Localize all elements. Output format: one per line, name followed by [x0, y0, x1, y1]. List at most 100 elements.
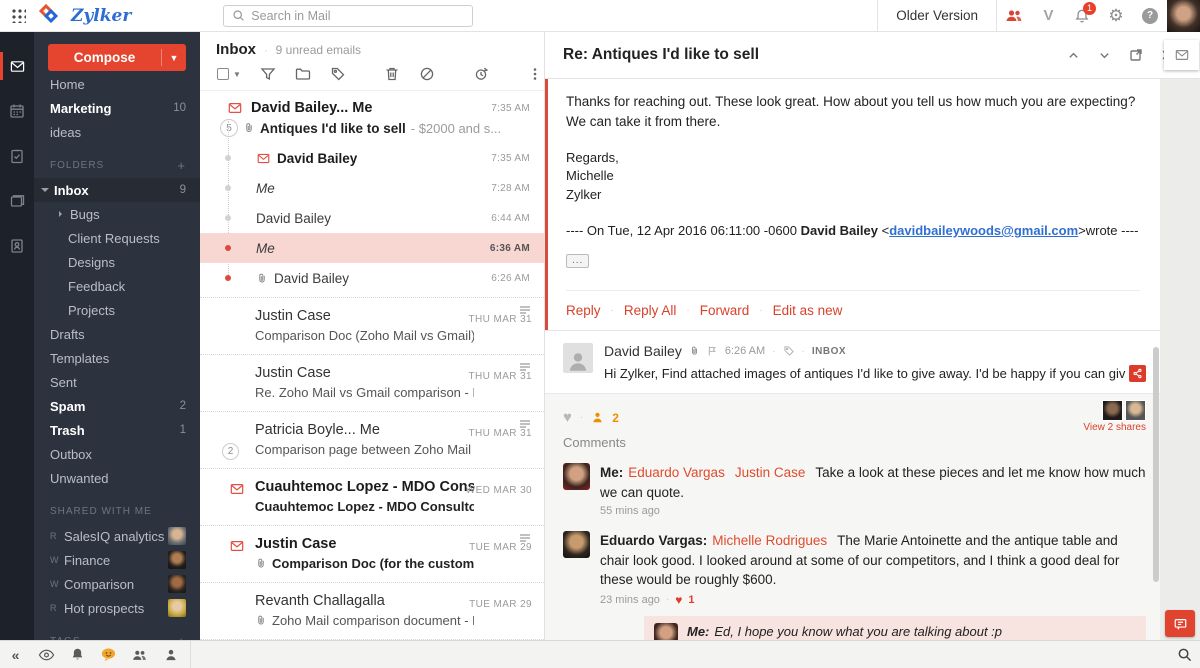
- collapse-caret-icon[interactable]: [41, 188, 49, 196]
- sidebar-item-finance[interactable]: WFinance: [34, 548, 200, 572]
- older-version-link[interactable]: Older Version: [878, 8, 996, 23]
- presence-eye-icon[interactable]: [31, 641, 62, 668]
- block-spam-icon[interactable]: [419, 66, 435, 82]
- mention-link[interactable]: Michelle Rodrigues: [712, 533, 827, 548]
- message-body-area: Thanks for reaching out. These look grea…: [545, 79, 1160, 640]
- view-shares-link[interactable]: View 2 shares: [1083, 422, 1146, 433]
- expand-arrow-icon[interactable]: [59, 211, 65, 217]
- email-list-item[interactable]: Revanth Challagalla Zoho Mail comparison…: [200, 583, 544, 640]
- share-person-icon[interactable]: [591, 411, 604, 424]
- chat-feedback-button[interactable]: [1165, 610, 1195, 637]
- flag-icon[interactable]: [707, 345, 718, 357]
- select-all-checkbox[interactable]: ▼: [217, 68, 241, 80]
- sidebar-item-bugs[interactable]: Bugs: [34, 202, 200, 226]
- collapse-panel-icon[interactable]: «: [0, 641, 31, 668]
- sidebar-item-outbox[interactable]: Outbox: [34, 442, 200, 466]
- rail-tasks-icon[interactable]: [0, 136, 34, 176]
- previous-message-chevron-up-icon[interactable]: [1058, 40, 1089, 70]
- compose-dropdown-icon[interactable]: ▼: [162, 53, 186, 63]
- filter-icon[interactable]: [260, 66, 276, 82]
- profile-person-icon[interactable]: [155, 641, 186, 668]
- zoom-search-icon[interactable]: [1169, 641, 1200, 668]
- user-avatar[interactable]: [1167, 0, 1200, 32]
- thread-message-row[interactable]: David Bailey 7:35 AM: [200, 143, 544, 173]
- sidebar-item-designs[interactable]: Designs: [34, 250, 200, 274]
- search-box[interactable]: [223, 5, 473, 27]
- sidebar-item-ideas[interactable]: ideas: [34, 120, 200, 144]
- delete-trash-icon[interactable]: [384, 66, 400, 82]
- thread-parent-row[interactable]: David Bailey... Me 7:35 AM: [200, 97, 544, 118]
- thread-message-row-selected[interactable]: Me 6:36 AM: [200, 233, 544, 263]
- sidebar-item-comparison[interactable]: WComparison: [34, 572, 200, 596]
- rail-contacts-icon[interactable]: [0, 226, 34, 266]
- sidebar-item-hot-prospects[interactable]: RHot prospects: [34, 596, 200, 620]
- rail-calendar-icon[interactable]: [0, 91, 34, 131]
- sidebar-item-trash[interactable]: Trash1: [34, 418, 200, 442]
- sidebar-item-unwanted[interactable]: Unwanted: [34, 466, 200, 490]
- sidebar-item-templates[interactable]: Templates: [34, 346, 200, 370]
- tag-icon[interactable]: [330, 66, 346, 82]
- list-toolbar: ▼: [216, 58, 530, 90]
- app-grid-icon[interactable]: [11, 8, 26, 23]
- thread-message-row[interactable]: David Bailey 6:44 AM: [200, 203, 544, 233]
- show-quoted-text-toggle[interactable]: ...: [566, 254, 589, 268]
- vault-v-icon[interactable]: V: [1031, 0, 1065, 32]
- sidebar-item-client-requests[interactable]: Client Requests: [34, 226, 200, 250]
- reply-all-button[interactable]: Reply All: [624, 303, 677, 318]
- forward-button[interactable]: Forward: [700, 303, 750, 318]
- thread-message-row[interactable]: Me 7:28 AM: [200, 173, 544, 203]
- snippet-lines-icon: [519, 530, 531, 548]
- reply-button[interactable]: Reply: [566, 303, 601, 318]
- sidebar-item-inbox[interactable]: Inbox9: [34, 178, 200, 202]
- next-message-chevron-down-icon[interactable]: [1089, 40, 1120, 70]
- search-input[interactable]: [251, 9, 464, 23]
- message-subject: Re: Antiques I'd like to sell: [563, 46, 1058, 64]
- email-list-item[interactable]: 2 Patricia Boyle... Me Comparison page b…: [200, 412, 544, 469]
- sidebar-item-spam[interactable]: Spam2: [34, 394, 200, 418]
- thread-subject-row[interactable]: 5 Antiques I'd like to sell - $2000 and …: [200, 118, 544, 143]
- email-list-item[interactable]: Justin Case Comparison Doc (Zoho Mail vs…: [200, 298, 544, 355]
- commenter-avatar: [563, 531, 590, 558]
- scrollbar-thumb[interactable]: [1153, 347, 1159, 582]
- archive-snooze-icon[interactable]: [473, 66, 489, 82]
- collapsed-message-row[interactable]: David Bailey 6:26 AM · · INBOX Hi Zylker…: [545, 330, 1160, 393]
- compose-button[interactable]: Compose ▼: [48, 44, 186, 71]
- sidebar-item-salesiq-analytics[interactable]: RSalesIQ analytics: [34, 524, 200, 548]
- mention-link[interactable]: Eduardo Vargas: [628, 465, 725, 480]
- sidebar-item-feedback[interactable]: Feedback: [34, 274, 200, 298]
- mail-edge-tab[interactable]: [1164, 40, 1199, 70]
- email-list-item[interactable]: Cuauhtemoc Lopez - MDO Consulto Cuauhtem…: [200, 469, 544, 526]
- move-to-folder-icon[interactable]: [295, 66, 311, 82]
- tag-icon[interactable]: [783, 345, 795, 357]
- rail-notes-icon[interactable]: [0, 181, 34, 221]
- shared-with-me-header: SHARED WITH ME: [34, 498, 200, 524]
- add-folder-icon[interactable]: +: [177, 158, 186, 173]
- contacts-group-icon[interactable]: [124, 641, 155, 668]
- settings-gear-icon[interactable]: ⚙: [1099, 0, 1133, 32]
- thread-snippet: - $2000 and s...: [411, 121, 501, 136]
- sidebar-item-drafts[interactable]: Drafts: [34, 322, 200, 346]
- sidebar-item-marketing[interactable]: Marketing10: [34, 96, 200, 120]
- brand-logo[interactable]: Zylker: [38, 5, 131, 27]
- open-in-new-window-icon[interactable]: [1120, 40, 1151, 70]
- sidebar-item-sent[interactable]: Sent: [34, 370, 200, 394]
- contacts-people-icon[interactable]: [997, 0, 1031, 32]
- thread-message-row[interactable]: David Bailey 6:26 AM: [200, 263, 544, 293]
- shared-message-icon[interactable]: [1129, 365, 1146, 382]
- chat-smiley-icon[interactable]: [93, 641, 124, 668]
- help-icon[interactable]: ?: [1133, 0, 1167, 32]
- like-heart-icon[interactable]: ♥: [563, 409, 572, 426]
- mention-link[interactable]: Justin Case: [735, 465, 806, 480]
- unread-count: 1: [180, 424, 186, 436]
- sidebar-item-home[interactable]: Home: [34, 79, 200, 96]
- email-list-item[interactable]: Justin Case Comparison Doc (for the cust…: [200, 526, 544, 583]
- bell-icon[interactable]: [62, 641, 93, 668]
- edit-as-new-button[interactable]: Edit as new: [773, 303, 843, 318]
- notifications-bell-icon[interactable]: 1: [1065, 0, 1099, 32]
- rail-mail-icon[interactable]: [0, 46, 34, 86]
- email-list-item[interactable]: Justin Case Re. Zoho Mail vs Gmail compa…: [200, 355, 544, 412]
- like-heart-icon[interactable]: ♥: [675, 593, 682, 607]
- sender-email-link[interactable]: davidbaileywoods@gmail.com: [889, 223, 1078, 238]
- sidebar-item-projects[interactable]: Projects: [34, 298, 200, 322]
- more-options-icon[interactable]: [527, 66, 543, 82]
